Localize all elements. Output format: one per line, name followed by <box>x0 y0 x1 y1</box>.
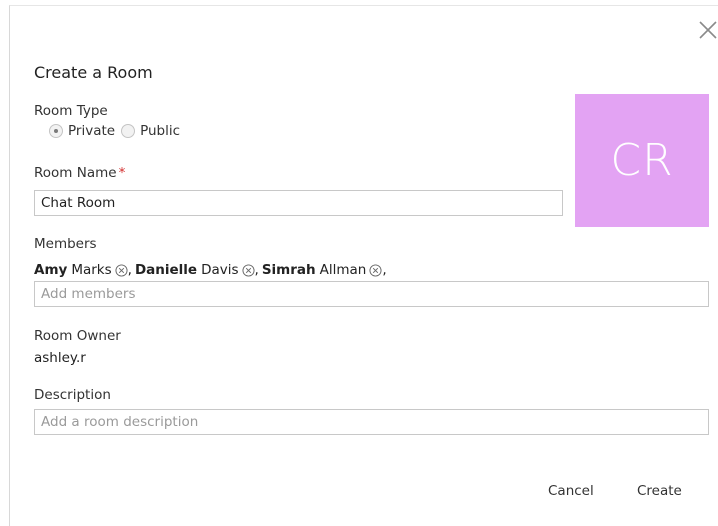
room-owner-value: ashley.r <box>34 350 86 366</box>
room-avatar[interactable]: CR <box>575 94 709 227</box>
room-owner-label: Room Owner <box>34 328 121 344</box>
description-input[interactable] <box>34 409 709 435</box>
private-radio[interactable] <box>49 124 63 138</box>
avatar-initials: CR <box>610 135 674 186</box>
room-name-input[interactable] <box>34 190 563 216</box>
members-list: Amy Marks , Danielle Davis , Simrah Allman … <box>34 262 387 278</box>
dialog-title: Create a Room <box>34 63 153 82</box>
member-chip: Simrah Allman <box>262 262 383 278</box>
member-chip: Danielle Davis <box>135 262 255 278</box>
remove-member-icon[interactable] <box>369 263 382 277</box>
public-radio[interactable] <box>121 124 136 138</box>
cancel-button[interactable]: Cancel <box>548 483 594 499</box>
remove-member-icon[interactable] <box>115 263 128 277</box>
member-last-name: Allman <box>319 262 367 278</box>
member-last-name: Marks <box>71 262 112 278</box>
create-button[interactable]: Create <box>637 483 682 499</box>
members-label: Members <box>34 236 97 252</box>
public-radio-label[interactable]: Public <box>140 123 180 139</box>
room-name-label-text: Room Name <box>34 165 117 181</box>
member-first-name: Simrah <box>261 262 316 278</box>
description-label: Description <box>34 387 111 403</box>
private-radio-label[interactable]: Private <box>68 123 115 139</box>
member-first-name: Danielle <box>134 262 198 278</box>
remove-member-icon[interactable] <box>241 263 255 277</box>
room-type-label: Room Type <box>34 103 108 119</box>
member-first-name: Amy <box>34 262 68 278</box>
add-members-input[interactable] <box>34 281 709 307</box>
member-last-name: Davis <box>201 262 239 278</box>
room-type-radio-group: Private Public <box>49 123 186 139</box>
room-name-label: Room Name * <box>34 165 125 181</box>
member-chip: Amy Marks <box>34 262 128 278</box>
required-asterisk: * <box>118 165 126 181</box>
close-icon[interactable] <box>697 19 718 41</box>
